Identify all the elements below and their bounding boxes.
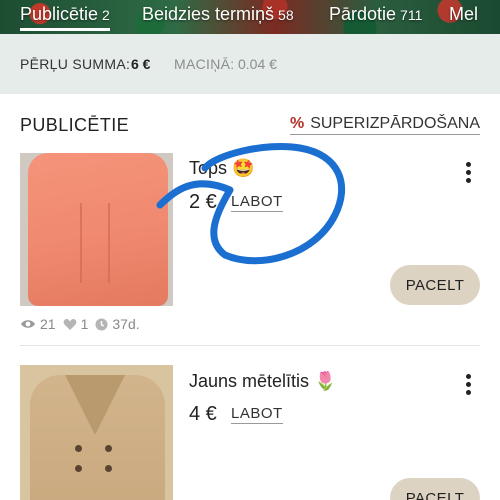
section-title: PUBLICĒTIE <box>20 115 130 135</box>
tab-expired[interactable]: Beidzies termiņš 58 <box>142 4 294 25</box>
percent-icon: % <box>289 115 305 132</box>
tab-drafts[interactable]: Mel <box>449 4 478 25</box>
pearl-sum-value: 6 € <box>131 56 151 72</box>
likes-count: 1 <box>80 316 89 332</box>
coat-button <box>105 465 112 472</box>
bump-button[interactable]: PACELT <box>390 478 480 500</box>
tab-bar: Publicētie 2 Beidzies termiņš 58 Pārdotie 7… <box>0 0 500 34</box>
tab-count: 58 <box>278 7 294 23</box>
tab-published[interactable]: Publicētie 2 <box>20 4 110 31</box>
item-photo[interactable] <box>20 153 173 306</box>
wallet-value: 0.04 € <box>238 56 277 72</box>
item-photo[interactable] <box>20 365 173 500</box>
item-stats: 21 1 37d. <box>20 316 143 332</box>
views-count: 21 <box>40 316 56 332</box>
edit-link[interactable]: LABOT <box>231 405 283 424</box>
item-title[interactable]: Tops 🤩 <box>189 158 254 179</box>
tab-label: Pārdotie <box>329 4 397 24</box>
tab-count: 2 <box>102 7 110 23</box>
divider <box>20 345 480 346</box>
tab-label: Mel <box>449 4 479 24</box>
kebab-menu-icon[interactable] <box>462 162 474 186</box>
coat-button <box>75 445 82 452</box>
shirt-detail <box>80 203 110 283</box>
tab-count: 711 <box>400 7 423 23</box>
listing-age: 37d. <box>112 316 140 332</box>
heart-icon <box>63 318 76 330</box>
clock-icon <box>95 318 108 330</box>
kebab-menu-icon[interactable] <box>462 374 474 398</box>
bump-button[interactable]: PACELT <box>390 265 480 305</box>
eye-icon <box>21 320 35 328</box>
coat-lapel <box>65 375 125 435</box>
coat-button <box>75 465 82 472</box>
super-sale-link[interactable]: % SUPERIZPĀRDOŠANA <box>289 115 480 135</box>
tab-label: Publicētie <box>20 4 99 24</box>
tab-label: Beidzies termiņš <box>142 4 275 24</box>
item-title[interactable]: Jauns mētelītis 🌷 <box>189 371 336 392</box>
wallet-label: MACIŅĀ: <box>174 56 235 72</box>
super-sale-label: SUPERIZPĀRDOŠANA <box>310 115 480 132</box>
item-price: 4 € <box>189 403 217 425</box>
balance-summary: PĒRĻU SUMMA: 6 € MACIŅĀ: 0.04 € <box>0 34 500 94</box>
item-price: 2 € <box>189 191 217 213</box>
coat-button <box>105 445 112 452</box>
pearl-sum-label: PĒRĻU SUMMA: <box>20 56 131 72</box>
tab-sold[interactable]: Pārdotie 711 <box>329 4 422 25</box>
edit-link[interactable]: LABOT <box>231 193 283 212</box>
